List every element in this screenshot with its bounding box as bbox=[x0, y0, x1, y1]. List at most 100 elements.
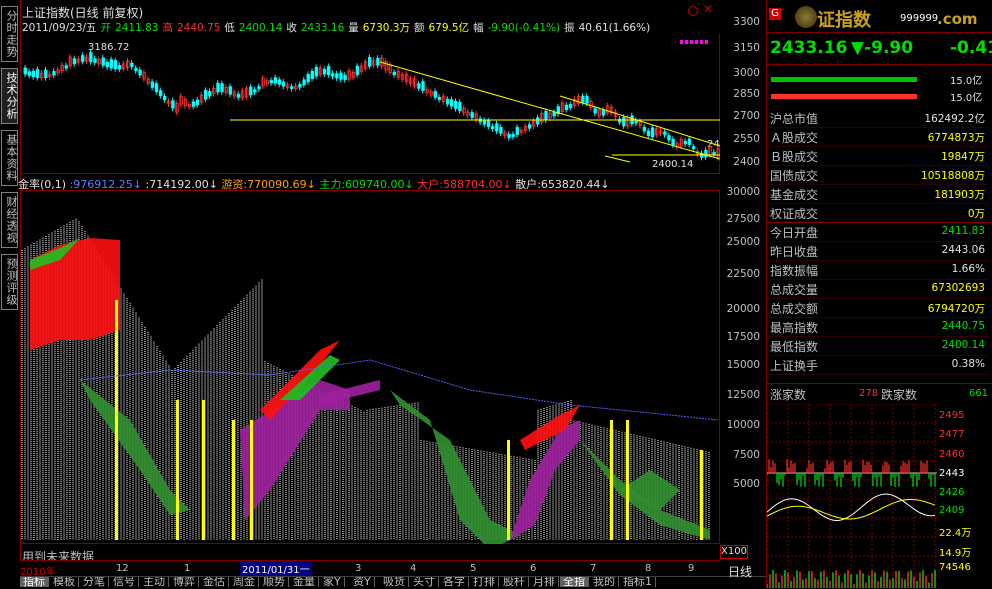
candle bbox=[339, 72, 343, 80]
candle bbox=[81, 55, 85, 62]
indicator-tab[interactable]: 吸货 bbox=[380, 577, 409, 587]
period-label[interactable]: 日线 bbox=[728, 563, 752, 580]
circle-icon[interactable] bbox=[688, 6, 698, 16]
stat-row: 最高指数 2440.75 bbox=[767, 317, 989, 337]
candle bbox=[220, 83, 224, 93]
candle bbox=[310, 70, 314, 79]
indicator-tab[interactable]: 头寸 bbox=[410, 577, 439, 587]
info-date: 2011/09/23/五 bbox=[22, 22, 97, 34]
candle bbox=[568, 104, 573, 108]
stat-row: 总成交量 67302693 bbox=[767, 279, 989, 299]
indicator-tab[interactable]: 分笔 bbox=[80, 577, 109, 587]
candle bbox=[392, 71, 396, 76]
candle bbox=[89, 52, 93, 62]
candle bbox=[281, 81, 286, 87]
stat-value: 2440.75 bbox=[941, 320, 985, 332]
tab-fundamental[interactable]: 基本资料 bbox=[1, 130, 18, 186]
x-label-1: 1 bbox=[184, 563, 191, 574]
candle bbox=[322, 68, 327, 75]
ind-axis-12500: 12500 bbox=[726, 389, 760, 401]
stat-value: 0.38% bbox=[951, 358, 985, 370]
indicator-tab[interactable]: 打排 bbox=[470, 577, 499, 587]
candle bbox=[642, 126, 647, 132]
indicator-tab[interactable]: 家Y bbox=[320, 577, 345, 587]
stat-value: 2443.06 bbox=[941, 244, 985, 256]
price-axis-2400: 2400 bbox=[733, 156, 760, 168]
info-chg-label: 幅 bbox=[473, 22, 484, 34]
ind-axis-27500: 27500 bbox=[726, 213, 760, 225]
stat-label: 上证换手 bbox=[770, 359, 819, 373]
signal-bar bbox=[250, 420, 253, 540]
x-label-5: 5 bbox=[470, 563, 477, 574]
candle bbox=[290, 86, 294, 90]
indicator-tab[interactable]: 各字 bbox=[440, 577, 469, 587]
candle bbox=[306, 73, 310, 83]
stat-label: 指数振幅 bbox=[770, 264, 819, 278]
indicator-tab[interactable]: 主动 bbox=[140, 577, 169, 587]
indicator-tab[interactable]: 模板 bbox=[50, 577, 79, 587]
indicator-tab[interactable]: 金量 bbox=[290, 577, 319, 587]
info-close-label: 收 bbox=[286, 22, 297, 34]
candle bbox=[421, 81, 425, 91]
candle bbox=[683, 140, 688, 145]
indicator-tab[interactable]: 顺势 bbox=[260, 577, 289, 587]
tab-finance[interactable]: 财经透视 bbox=[1, 192, 18, 248]
indicator-tab[interactable]: 全指 bbox=[560, 577, 589, 587]
price-axis-3300: 3300 bbox=[733, 16, 760, 28]
stat-row: 沪总市值 162492.2亿 bbox=[767, 108, 989, 128]
stat-label: Ｂ股成交 bbox=[770, 150, 819, 164]
candle bbox=[269, 80, 273, 84]
stat-row: 指数振幅 1.66% bbox=[767, 260, 989, 280]
indicator-tab[interactable]: 指标1 bbox=[620, 577, 656, 587]
logo-emblem-icon bbox=[795, 6, 817, 28]
candle bbox=[249, 86, 253, 96]
indicator-tab[interactable]: 周金 bbox=[230, 577, 259, 587]
indicator-tab[interactable]: 股杆 bbox=[500, 577, 529, 587]
candle bbox=[236, 93, 241, 98]
candle bbox=[208, 91, 212, 97]
candle bbox=[536, 117, 540, 125]
price-chart[interactable] bbox=[20, 34, 720, 174]
logo-domain: .com bbox=[937, 10, 978, 28]
info-vol: 6730.3万 bbox=[362, 22, 410, 34]
info-open-label: 开 bbox=[100, 22, 112, 34]
indicator-chart[interactable] bbox=[20, 190, 720, 544]
candle bbox=[622, 117, 626, 127]
stat-value: 2400.14 bbox=[941, 339, 985, 351]
candle bbox=[646, 130, 651, 136]
tab-technical[interactable]: 技术分析 bbox=[1, 68, 18, 124]
info-close: 2433.16 bbox=[300, 22, 345, 34]
logo-g: G bbox=[769, 8, 781, 20]
candle bbox=[72, 58, 77, 65]
tab-intraday[interactable]: 分时走势 bbox=[1, 6, 18, 62]
candle bbox=[109, 59, 114, 69]
mini-intraday-chart[interactable] bbox=[767, 404, 937, 588]
x-scale-button[interactable]: X100 bbox=[720, 545, 748, 559]
info-ju: 40.61(1.66%) bbox=[578, 22, 651, 34]
indicator-tab[interactable]: 我的 bbox=[590, 577, 619, 587]
mini-axis-1: 2495 bbox=[939, 410, 965, 421]
indicator-tab[interactable]: 金估 bbox=[200, 577, 229, 587]
stat-row: 最低指数 2400.14 bbox=[767, 336, 989, 356]
tab-forecast[interactable]: 预测评级 bbox=[1, 254, 18, 310]
info-vol-label: 量 bbox=[348, 22, 359, 34]
indicator-tab[interactable]: 博弈 bbox=[170, 577, 199, 587]
price-axis-3000: 3000 bbox=[733, 67, 760, 79]
chart-area[interactable]: 上证指数(日线 前复权) ✕ 2011/09/23/五开 2411.83 高 2440… bbox=[18, 0, 760, 564]
candle bbox=[203, 90, 208, 100]
close-icon[interactable]: ✕ bbox=[703, 2, 713, 16]
indicator-tab[interactable]: 指标 bbox=[20, 577, 49, 587]
up-count: 278 bbox=[859, 388, 879, 399]
candle bbox=[691, 146, 696, 150]
candle bbox=[515, 126, 519, 135]
buy-bar bbox=[771, 77, 917, 82]
stat-row: Ｂ股成交 19847万 bbox=[767, 146, 989, 166]
candle bbox=[490, 126, 495, 130]
buy-amount: 15.0亿 bbox=[950, 76, 983, 87]
indicator-tab[interactable]: 信号 bbox=[110, 577, 139, 587]
chart-title: 上证指数(日线 前复权) bbox=[22, 6, 144, 20]
indicator-tab[interactable]: 资Y bbox=[350, 577, 375, 587]
indicator-tab[interactable]: 月排 bbox=[530, 577, 559, 587]
candle bbox=[445, 98, 450, 105]
candle bbox=[527, 124, 532, 129]
